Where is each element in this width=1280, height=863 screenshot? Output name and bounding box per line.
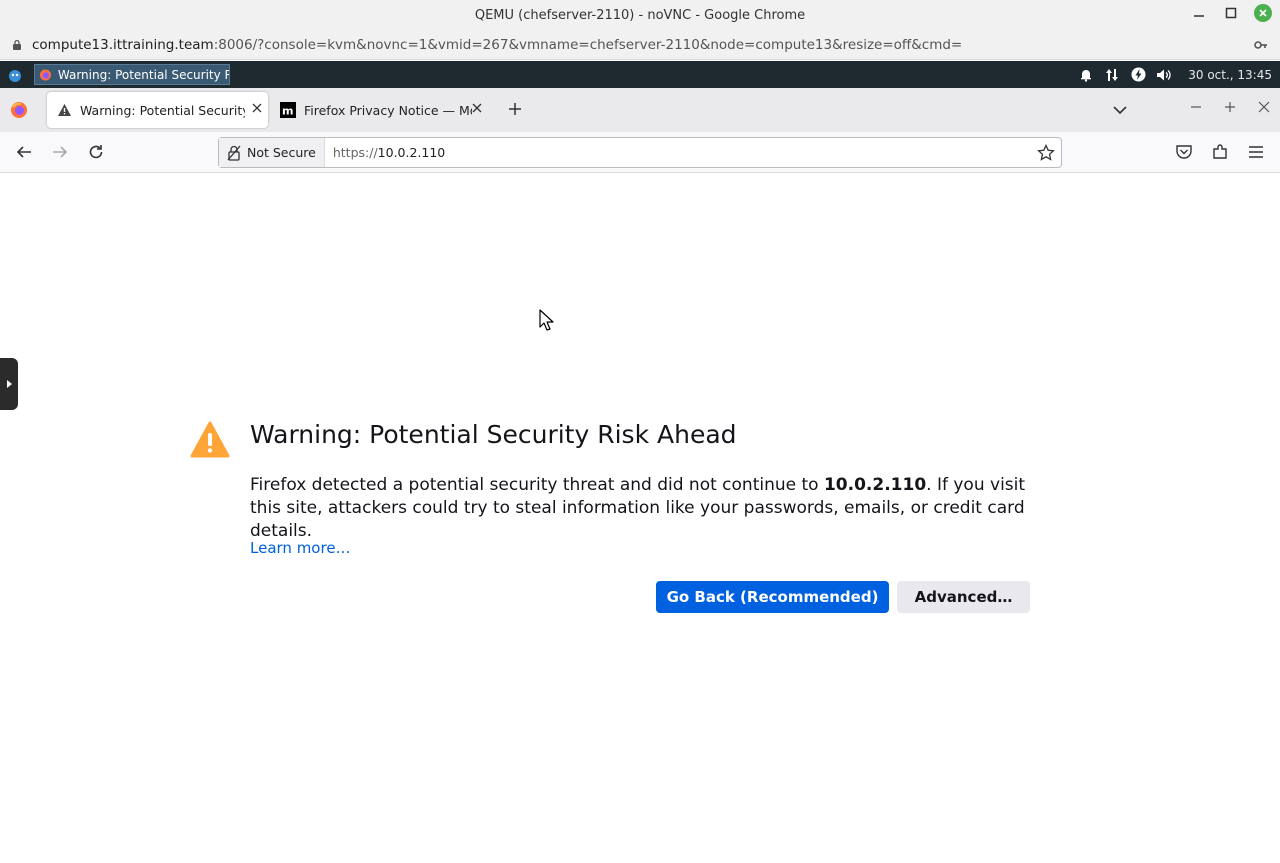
mouse-cursor-icon: [539, 309, 554, 331]
bookmark-star-icon[interactable]: [1037, 144, 1055, 162]
minimize-icon[interactable]: [1190, 101, 1202, 117]
maximize-icon[interactable]: [1224, 101, 1236, 117]
not-secure-badge[interactable]: Not Secure: [219, 138, 325, 167]
mozilla-icon: m: [280, 102, 296, 118]
pocket-icon[interactable]: [1175, 143, 1193, 161]
chrome-url-rest: :8006/?console=kvm&novnc=1&vmid=267&vmna…: [213, 36, 963, 53]
url-field[interactable]: Not Secure https://10.0.2.110: [218, 137, 1062, 168]
url-host: 10.0.2.110: [377, 145, 446, 160]
clock[interactable]: 30 oct., 13:45: [1188, 68, 1272, 82]
tab-security-warning[interactable]: Warning: Potential Security Ri: [47, 92, 268, 128]
chevron-right-icon: [7, 380, 12, 388]
taskbar-task-label: Warning: Potential Security R...: [57, 67, 229, 82]
firefox-nav-bar: Not Secure https://10.0.2.110: [0, 132, 1280, 173]
network-icon[interactable]: [1104, 67, 1120, 83]
warning-body-prefix: Firefox detected a potential security th…: [250, 475, 824, 495]
novnc-sidebar-handle[interactable]: [0, 358, 18, 410]
app-menu-icon[interactable]: [4, 64, 26, 86]
hamburger-menu-icon[interactable]: [1247, 143, 1265, 161]
chevron-down-icon[interactable]: [1112, 102, 1128, 118]
advanced-button[interactable]: Advanced…: [897, 581, 1030, 613]
tab-close-icon[interactable]: [252, 102, 262, 117]
warning-description: Firefox detected a potential security th…: [250, 474, 1030, 543]
warning-icon: [190, 421, 230, 458]
volume-icon[interactable]: [1156, 67, 1172, 83]
tab-privacy-notice[interactable]: m Firefox Privacy Notice — Mozi: [270, 92, 488, 128]
close-icon[interactable]: [1258, 101, 1270, 117]
back-icon[interactable]: [15, 143, 33, 161]
url-text[interactable]: https://10.0.2.110: [333, 145, 445, 160]
reload-icon[interactable]: [87, 143, 105, 161]
taskbar-task-firefox[interactable]: Warning: Potential Security R...: [34, 64, 230, 85]
tab-close-icon[interactable]: [472, 102, 482, 117]
guest-taskbar: Warning: Potential Security R... 30 oct.…: [0, 61, 1280, 88]
firefox-window-controls: [1190, 101, 1270, 117]
tab-label: Warning: Potential Security Ri: [80, 102, 245, 118]
firefox-icon: [39, 68, 51, 81]
firefox-tab-strip: Warning: Potential Security Ri m Firefox…: [0, 88, 1280, 132]
chrome-url[interactable]: compute13.ittraining.team:8006/?console=…: [32, 37, 962, 53]
chrome-url-host: compute13.ittraining.team: [32, 36, 214, 53]
svg-text:m: m: [282, 105, 293, 118]
minimize-icon[interactable]: [1190, 4, 1208, 22]
tab-label: Firefox Privacy Notice — Mozi: [304, 102, 472, 118]
forward-icon[interactable]: [51, 143, 69, 161]
power-icon[interactable]: [1130, 67, 1146, 83]
window-controls: [1190, 4, 1272, 22]
key-icon[interactable]: [1254, 38, 1268, 52]
close-icon[interactable]: [1254, 4, 1272, 22]
page-title: Warning: Potential Security Risk Ahead: [250, 420, 737, 449]
window-title: QEMU (chefserver-2110) - noVNC - Google …: [474, 7, 806, 23]
bell-icon[interactable]: [1078, 67, 1094, 83]
chrome-address-bar[interactable]: compute13.ittraining.team:8006/?console=…: [0, 30, 1280, 60]
lock-icon: [13, 39, 21, 50]
extensions-icon[interactable]: [1211, 143, 1229, 161]
system-tray: 30 oct., 13:45: [1078, 61, 1272, 88]
insecure-lock-icon: [227, 145, 241, 161]
maximize-icon[interactable]: [1222, 4, 1240, 22]
warning-body-host: 10.0.2.110: [823, 475, 927, 495]
url-scheme: https://: [332, 145, 378, 160]
chrome-titlebar: QEMU (chefserver-2110) - noVNC - Google …: [0, 0, 1280, 30]
go-back-button[interactable]: Go Back (Recommended): [656, 581, 889, 613]
new-tab-icon[interactable]: [505, 99, 525, 119]
not-secure-label: Not Secure: [247, 145, 316, 160]
firefox-view-icon[interactable]: [10, 101, 28, 119]
warning-icon: [58, 104, 71, 116]
learn-more-link[interactable]: Learn more…: [250, 539, 351, 557]
